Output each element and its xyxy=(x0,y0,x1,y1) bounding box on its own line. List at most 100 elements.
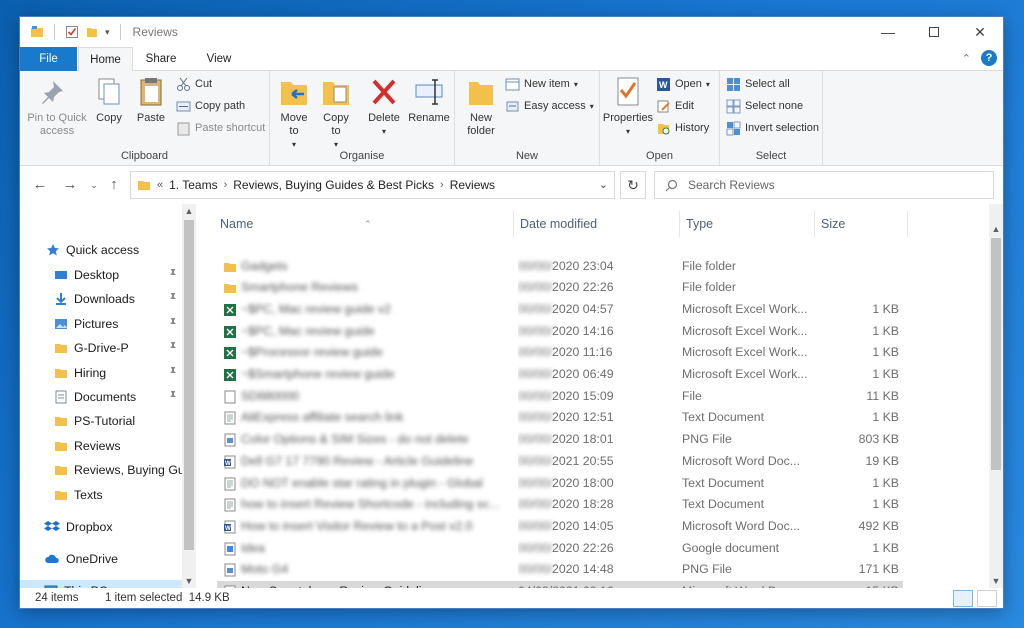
qat-separator xyxy=(54,24,55,40)
cut-button[interactable]: Cut xyxy=(176,75,212,93)
delete-button[interactable]: Delete ▾ xyxy=(365,75,403,138)
move-to-button[interactable]: Move to ▾ xyxy=(276,75,312,151)
scroll-up-icon[interactable]: ▲ xyxy=(989,222,1003,236)
history-button[interactable]: History xyxy=(656,119,709,137)
file-row[interactable]: SD880000 00/00/2020 15:09 File 11 KB xyxy=(217,386,903,408)
copy-path-button[interactable]: Copy path xyxy=(176,97,245,115)
file-row[interactable]: Color Options & SIM Sizes - do not delet… xyxy=(217,429,903,451)
back-arrow-icon[interactable]: ← xyxy=(30,175,50,195)
breadcrumb-reviews[interactable]: Reviews xyxy=(450,178,495,192)
nav-pane-scrollbar[interactable]: ▲ ▼ xyxy=(182,204,196,588)
sidebar-item-label: Desktop xyxy=(74,268,120,282)
copy-button[interactable]: Copy xyxy=(92,75,126,125)
sidebar-item-ps-tutorial[interactable]: PS-Tutorial xyxy=(54,410,182,432)
file-type: Text Document xyxy=(682,475,765,490)
address-bar[interactable]: « 1. Teams › Reviews, Buying Guides & Be… xyxy=(130,171,615,199)
pin-quick-access-button[interactable]: Pin to Quick access xyxy=(26,75,88,138)
copy-to-button[interactable]: Copy to ▾ xyxy=(318,75,354,151)
file-row[interactable]: how to insert Review Shortcode - includi… xyxy=(217,494,903,516)
sidebar-item-documents[interactable]: Documents xyxy=(54,386,182,408)
pin-icon[interactable] xyxy=(168,292,178,305)
collapse-ribbon-icon[interactable]: ⌃ xyxy=(962,52,971,65)
file-scroll-thumb[interactable] xyxy=(991,238,1001,470)
file-row[interactable]: Idea 00/00/2020 22:26 Google document 1 KB xyxy=(217,538,903,560)
tab-file[interactable]: File xyxy=(20,47,77,71)
file-row[interactable]: Gadgets 00/00/2020 23:04 File folder xyxy=(217,256,903,278)
file-row[interactable]: ~$PC, Mac review guide v2 00/00/2020 04:5… xyxy=(217,299,903,321)
pin-icon[interactable] xyxy=(168,366,178,379)
tab-share[interactable]: Share xyxy=(134,47,188,71)
sidebar-item-reviews-buying-guid[interactable]: Reviews, Buying Guid xyxy=(54,459,182,481)
breadcrumb-buying-guides[interactable]: Reviews, Buying Guides & Best Picks xyxy=(233,178,434,192)
folder-location-icon xyxy=(138,181,150,190)
breadcrumb-separator-icon[interactable]: › xyxy=(224,179,228,191)
file-row[interactable]: Moto G4 00/00/2020 14:48 PNG File 171 KB xyxy=(217,559,903,581)
google-doc-icon xyxy=(224,542,236,556)
pin-icon[interactable] xyxy=(168,317,178,330)
pin-icon[interactable] xyxy=(168,341,178,354)
file-list-scrollbar[interactable]: ▲ ▼ xyxy=(989,204,1003,588)
column-header-name[interactable]: Name ⌃ xyxy=(214,211,514,237)
new-item-button[interactable]: New item ▾ xyxy=(505,75,578,93)
paste-shortcut-button[interactable]: Paste shortcut xyxy=(176,119,265,137)
file-row[interactable]: W Dell G7 17 7790 Review - Article Guidel… xyxy=(217,451,903,473)
scroll-down-icon[interactable]: ▼ xyxy=(989,574,1003,588)
help-icon[interactable]: ? xyxy=(981,50,997,66)
date-prefix-redacted: 00/00/ xyxy=(518,301,552,316)
sidebar-item-desktop[interactable]: Desktop xyxy=(54,264,182,286)
column-header-size[interactable]: Size xyxy=(815,211,908,237)
large-icons-view-icon[interactable] xyxy=(977,590,997,607)
new-folder-qat-icon[interactable] xyxy=(85,25,99,39)
rename-button[interactable]: Rename xyxy=(406,75,452,125)
close-button[interactable]: ✕ xyxy=(957,17,1003,47)
file-row[interactable]: AliExpress affiliate search link 00/00/20… xyxy=(217,407,903,429)
file-row[interactable]: ~$Processor review guide 00/00/2020 11:16… xyxy=(217,342,903,364)
sidebar-item-texts[interactable]: Texts xyxy=(54,484,182,506)
properties-check-icon[interactable] xyxy=(65,25,79,39)
invert-selection-button[interactable]: Invert selection xyxy=(726,119,819,137)
column-header-date[interactable]: Date modified xyxy=(514,211,680,237)
forward-arrow-icon[interactable]: → xyxy=(60,175,80,195)
file-row[interactable]: Smartphone Reviews 00/00/2020 22:26 File f… xyxy=(217,277,903,299)
recent-locations-icon[interactable]: ⌄ xyxy=(84,175,104,195)
overflow-chevron-icon[interactable]: « xyxy=(157,179,163,191)
nav-scroll-thumb[interactable] xyxy=(184,220,194,550)
scroll-down-icon[interactable]: ▼ xyxy=(182,574,196,588)
edit-button[interactable]: Edit xyxy=(656,97,694,115)
pin-icon[interactable] xyxy=(168,390,178,403)
search-input[interactable]: Search Reviews xyxy=(654,171,994,199)
tab-view[interactable]: View xyxy=(192,47,246,71)
file-row[interactable]: ~$Smartphone review guide 00/00/2020 06:4… xyxy=(217,364,903,386)
up-arrow-icon[interactable]: ↑ xyxy=(104,175,124,195)
scroll-up-icon[interactable]: ▲ xyxy=(182,204,196,218)
paste-button[interactable]: Paste xyxy=(132,75,170,125)
file-row[interactable]: W How to insert Visitor Review to a Post … xyxy=(217,516,903,538)
select-all-button[interactable]: Select all xyxy=(726,75,790,93)
qat-customize-icon[interactable]: ▾ xyxy=(105,27,110,38)
maximize-button[interactable] xyxy=(911,17,957,47)
sidebar-item-hiring[interactable]: Hiring xyxy=(54,362,182,384)
sidebar-item-pictures[interactable]: Pictures xyxy=(54,313,182,335)
breadcrumb-separator-icon[interactable]: › xyxy=(440,179,444,191)
file-row[interactable]: DO NOT enable star rating in plugin - Gl… xyxy=(217,473,903,495)
select-none-button[interactable]: Select none xyxy=(726,97,803,115)
file-row[interactable]: ~$PC, Mac review guide 00/00/2020 14:16 Mi… xyxy=(217,321,903,343)
details-view-icon[interactable] xyxy=(953,590,973,607)
pin-icon[interactable] xyxy=(168,268,178,281)
address-dropdown-icon[interactable]: ⌄ xyxy=(599,178,608,191)
sidebar-item-downloads[interactable]: Downloads xyxy=(54,288,182,310)
sidebar-item-g-drive-p[interactable]: G-Drive-P xyxy=(54,337,182,359)
file-name: How to insert Visitor Review to a Post v… xyxy=(241,518,473,533)
easy-access-button[interactable]: Easy access ▾ xyxy=(505,97,594,115)
properties-button[interactable]: Properties ▾ xyxy=(602,75,654,138)
refresh-icon[interactable]: ↻ xyxy=(620,171,646,199)
open-button[interactable]: W Open ▾ xyxy=(656,75,710,93)
delete-x-icon xyxy=(372,79,396,105)
tab-home[interactable]: Home xyxy=(78,47,133,72)
column-header-type[interactable]: Type xyxy=(680,211,815,237)
sidebar-item-reviews[interactable]: Reviews xyxy=(54,435,182,457)
file-type: Microsoft Word Doc... xyxy=(682,453,800,468)
breadcrumb-teams[interactable]: 1. Teams xyxy=(169,178,217,192)
minimize-button[interactable]: — xyxy=(865,17,911,47)
new-folder-button[interactable]: New folder xyxy=(461,75,501,138)
